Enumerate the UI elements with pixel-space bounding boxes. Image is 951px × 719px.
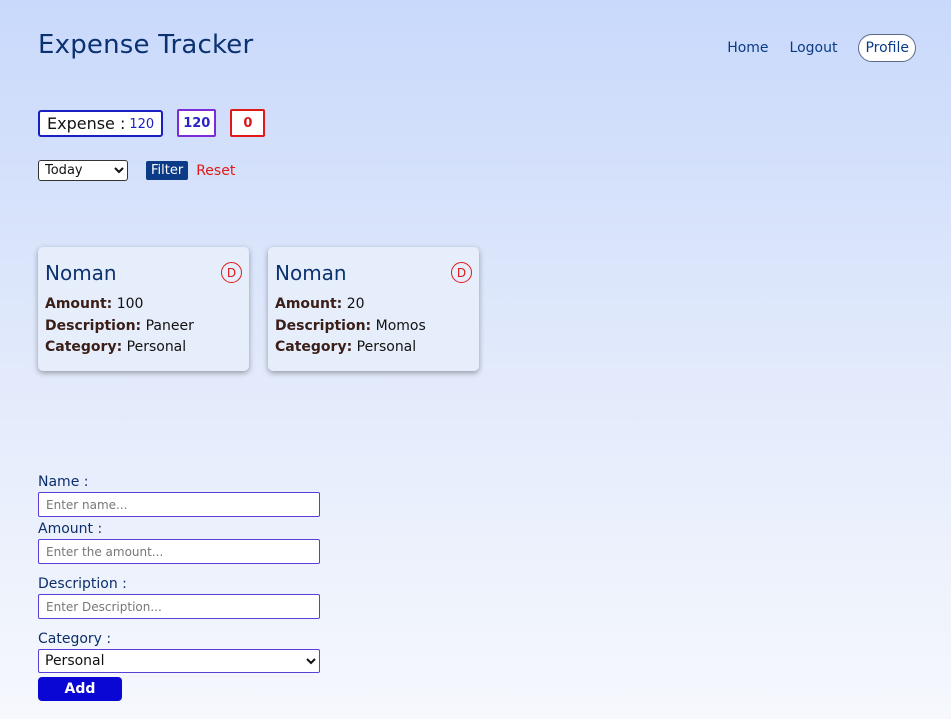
card-description-value: Paneer — [145, 317, 194, 334]
expense-card: Noman D Amount: 20 Description: Momos Ca… — [268, 247, 479, 371]
category-label: Category : — [38, 631, 112, 647]
add-button[interactable]: Add — [38, 677, 122, 701]
card-name: Noman — [275, 261, 347, 285]
card-description-label: Description: — [275, 317, 372, 334]
name-input[interactable] — [38, 492, 320, 517]
card-category-label: Category: — [275, 339, 353, 355]
expense-label: Expense : — [47, 113, 126, 133]
category-select[interactable]: Personal — [38, 649, 320, 673]
app-title: Expense Tracker — [38, 30, 254, 60]
card-amount-value: 100 — [116, 296, 144, 312]
card-description-label: Description: — [45, 317, 142, 334]
add-expense-form: Name : Amount : Description : Category :… — [38, 474, 320, 701]
card-amount-value: 20 — [346, 296, 365, 312]
top-nav: Home Logout Profile — [706, 34, 916, 62]
card-category-value: Personal — [126, 339, 187, 355]
card-category-row: Category: Personal — [45, 337, 242, 359]
card-description-row: Description: Paneer — [45, 316, 242, 338]
summary-bar: Expense : 120 120 0 — [38, 109, 266, 137]
card-amount-row: Amount: 100 — [45, 294, 242, 316]
expense-value: 120 — [129, 116, 155, 132]
amount-label: Amount : — [38, 521, 103, 537]
expense-total-box: Expense : 120 — [38, 109, 164, 137]
expense-card: Noman D Amount: 100 Description: Paneer … — [38, 247, 249, 371]
card-category-label: Category: — [45, 339, 123, 355]
expense-cards: Noman D Amount: 100 Description: Paneer … — [38, 247, 498, 371]
card-category-value: Personal — [356, 339, 417, 355]
name-label: Name : — [38, 474, 89, 490]
filter-row: Today Filter Reset — [38, 160, 235, 181]
delete-button[interactable]: D — [451, 262, 472, 283]
amount-input[interactable] — [38, 539, 320, 564]
nav-profile-button[interactable]: Profile — [858, 34, 916, 62]
description-label: Description : — [38, 576, 127, 592]
nav-logout-link[interactable]: Logout — [790, 40, 838, 56]
date-filter-select[interactable]: Today — [38, 160, 128, 181]
card-description-row: Description: Momos — [275, 316, 472, 338]
nav-home-link[interactable]: Home — [727, 40, 768, 56]
filter-button[interactable]: Filter — [146, 161, 189, 180]
total-count-box: 120 — [177, 109, 217, 137]
card-name: Noman — [45, 261, 117, 285]
description-input[interactable] — [38, 594, 320, 619]
card-amount-row: Amount: 20 — [275, 294, 472, 316]
card-amount-label: Amount: — [275, 296, 343, 312]
delete-button[interactable]: D — [221, 262, 242, 283]
reset-link[interactable]: Reset — [196, 163, 235, 179]
card-amount-label: Amount: — [45, 296, 113, 312]
zero-count-box: 0 — [230, 109, 266, 137]
card-description-value: Momos — [375, 317, 426, 334]
card-category-row: Category: Personal — [275, 337, 472, 359]
